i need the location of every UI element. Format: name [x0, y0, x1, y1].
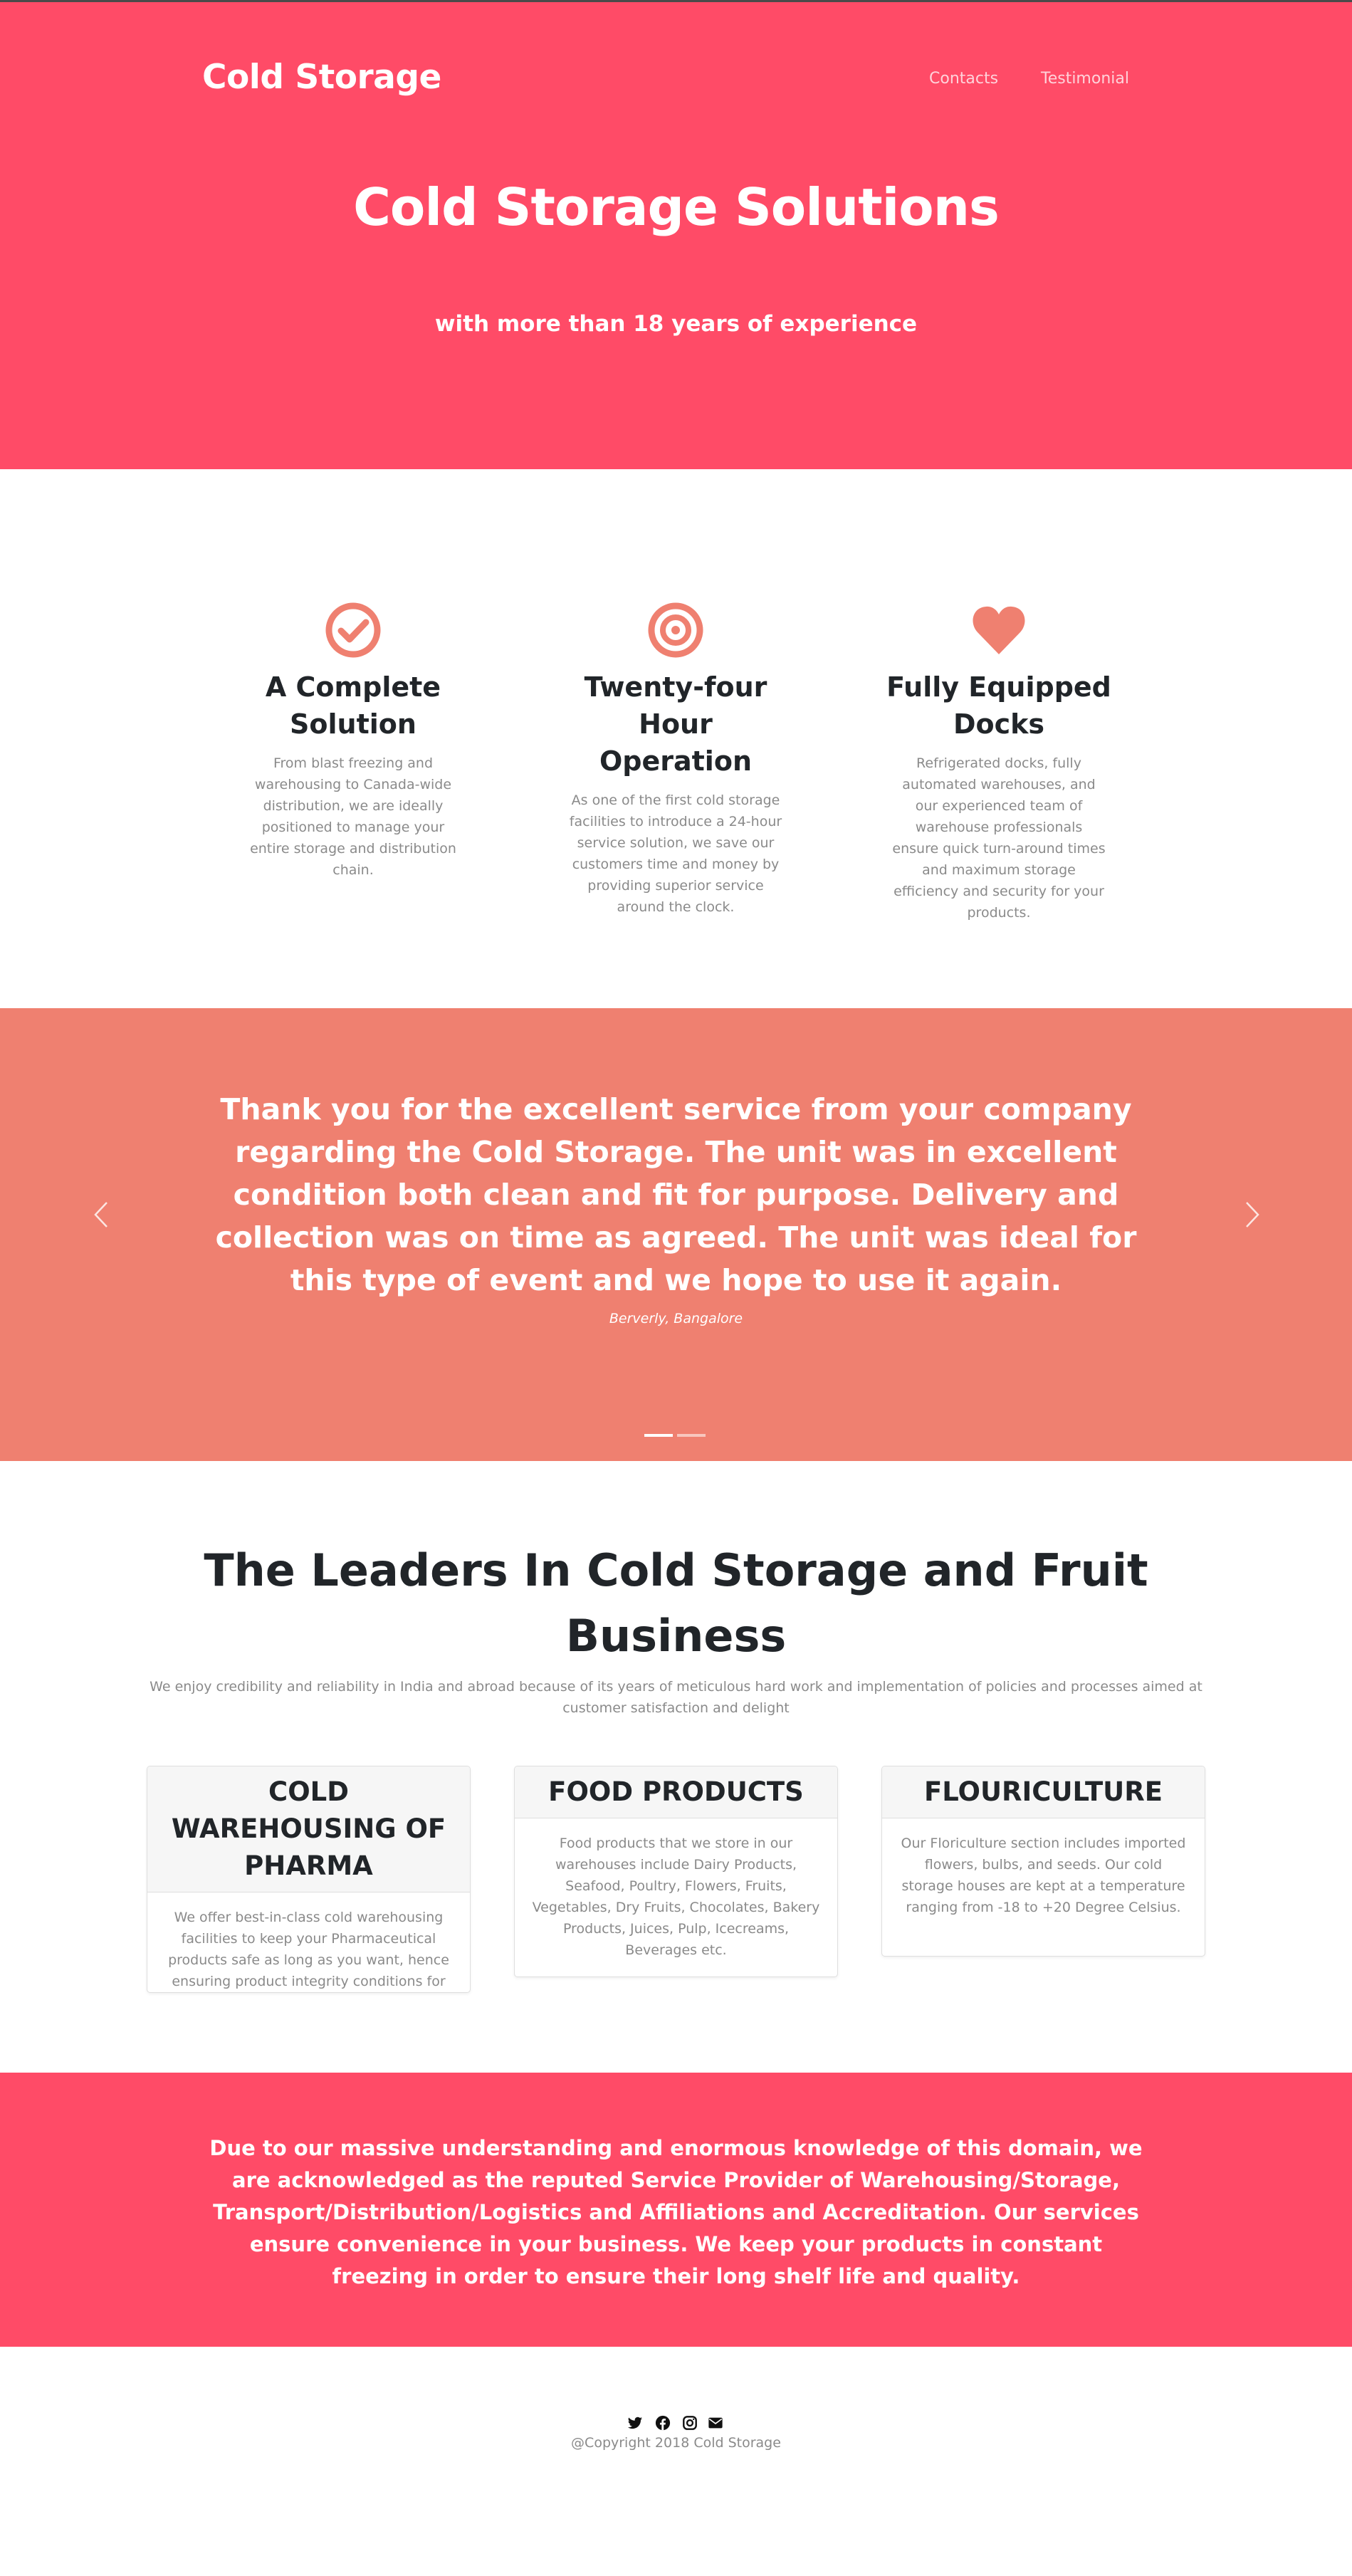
feature-text: As one of the first cold storage facilit…: [569, 792, 782, 915]
heart-icon: [973, 606, 1025, 654]
copyright-text: @Copyright 2018 Cold Storage: [571, 2435, 781, 2451]
envelope-icon[interactable]: [708, 2415, 723, 2431]
card-text: Food products that we store in our wareh…: [532, 1836, 820, 1958]
banner-text: Due to our massive understanding and eno…: [209, 2136, 1143, 2288]
feature-24-hour: Twenty-four Hour Operation As one of the…: [562, 602, 790, 918]
instagram-icon[interactable]: [682, 2415, 698, 2431]
hero-subtitle: with more than 18 years of experience: [434, 311, 918, 337]
facebook-icon[interactable]: [655, 2415, 671, 2431]
card-pharma: COLD WAREHOUSING OF PHARMA We offer best…: [147, 1766, 471, 1993]
chevron-right-icon[interactable]: [1237, 1197, 1265, 1232]
card-title: FOOD PRODUCTS: [515, 1766, 837, 1818]
info-banner: Due to our massive understanding and eno…: [0, 2073, 1352, 2347]
hero-section: Cold Storage Contacts Testimonial Cold S…: [0, 2, 1352, 469]
bullseye-icon: [648, 602, 703, 658]
card-flouriculture: FLOURICULTURE Our Floriculture section i…: [881, 1766, 1205, 1957]
feature-complete-solution: A Complete Solution From blast freezing …: [239, 602, 467, 881]
feature-docks: Fully Equipped Docks Refrigerated docks,…: [885, 602, 1113, 923]
card-food-products: FOOD PRODUCTS Food products that we stor…: [514, 1766, 838, 1977]
nav-contacts[interactable]: Contacts: [929, 70, 998, 88]
testimonial-author: Berverly, Bangalore: [609, 1311, 743, 1326]
carousel-indicator[interactable]: [677, 1434, 706, 1437]
feature-text: Refrigerated docks, fully automated ware…: [892, 755, 1106, 921]
feature-text: From blast freezing and warehousing to C…: [250, 755, 456, 878]
hero-title: Cold Storage Solutions: [353, 177, 1000, 237]
testimonial-quote: Thank you for the excellent service from…: [215, 1092, 1137, 1297]
card-title: FLOURICULTURE: [882, 1766, 1205, 1818]
twitter-icon[interactable]: [627, 2415, 643, 2431]
chevron-left-icon[interactable]: [88, 1197, 117, 1232]
nav-testimonial[interactable]: Testimonial: [1041, 70, 1129, 88]
testimonial-carousel: Thank you for the excellent service from…: [0, 1008, 1352, 1461]
card-title: COLD WAREHOUSING OF PHARMA: [147, 1766, 470, 1892]
leaders-title: The Leaders In Cold Storage and Fruit Bu…: [204, 1544, 1148, 1662]
brand-logo[interactable]: Cold Storage: [202, 58, 441, 97]
feature-title: Twenty-four Hour Operation: [584, 671, 767, 777]
feature-title: A Complete Solution: [265, 671, 441, 740]
check-circle-icon: [325, 602, 381, 658]
carousel-indicator-active[interactable]: [644, 1434, 673, 1437]
card-text: Our Floriculture section includes import…: [901, 1836, 1186, 1915]
card-text: We offer best-in-class cold warehousing …: [168, 1910, 449, 1989]
feature-title: Fully Equipped Docks: [886, 671, 1111, 740]
leaders-subtitle: We enjoy credibility and reliability in …: [150, 1679, 1202, 1716]
